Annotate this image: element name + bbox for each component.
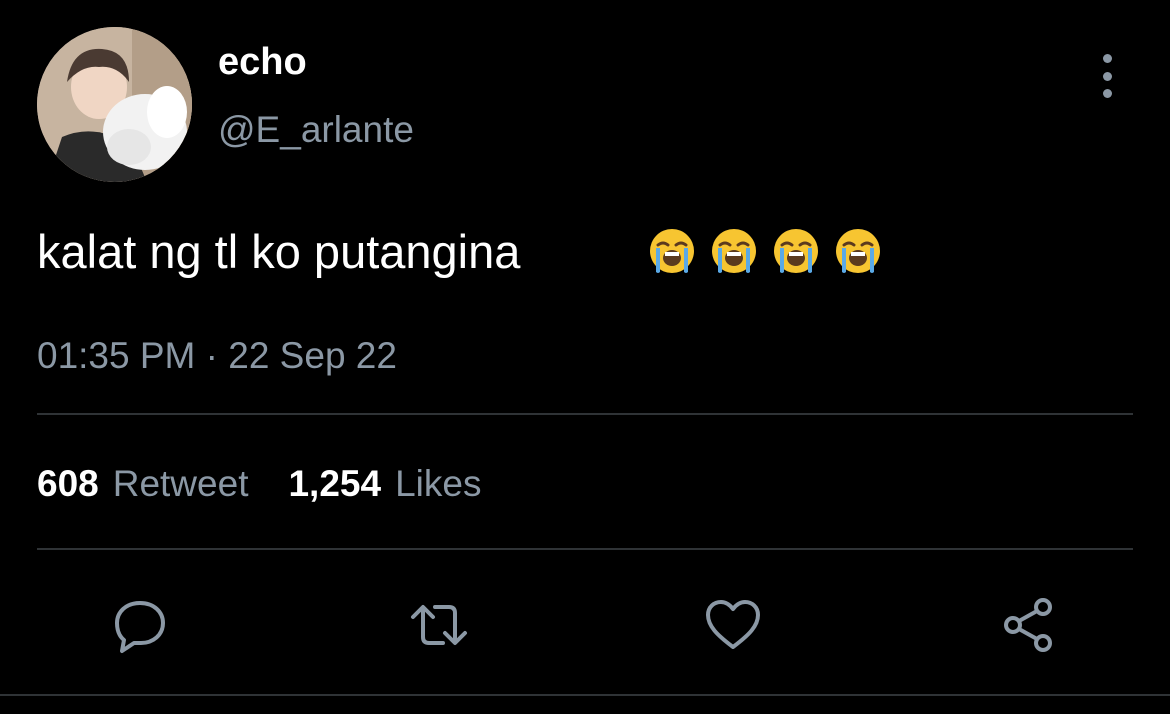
emoji-row <box>647 226 883 276</box>
loudly-crying-face-icon <box>836 229 880 273</box>
divider <box>37 413 1133 415</box>
tweet-card: echo @E_arlante kalat ng tl ko putangina <box>0 0 1170 714</box>
retweet-icon <box>411 605 467 645</box>
retweet-button[interactable] <box>407 593 471 657</box>
retweets-count: 608 <box>37 463 99 504</box>
engagement-stats: 608 Retweet 1,254 Likes <box>37 462 481 506</box>
likes-stat[interactable]: 1,254 Likes <box>288 462 481 506</box>
tweet-text: kalat ng tl ko putangina <box>37 225 521 278</box>
loudly-crying-face-icon <box>650 229 694 273</box>
avatar[interactable] <box>37 27 192 182</box>
share-button[interactable] <box>997 593 1061 657</box>
reply-button[interactable] <box>108 593 172 657</box>
avatar-image <box>37 27 192 182</box>
divider <box>37 548 1133 550</box>
user-handle[interactable]: @E_arlante <box>218 108 414 152</box>
comment-icon <box>115 601 165 653</box>
share-icon <box>1004 598 1052 652</box>
display-name[interactable]: echo <box>218 40 307 84</box>
divider <box>0 694 1170 696</box>
tweet-timestamp[interactable]: 01:35 PM · 22 Sep 22 <box>37 334 397 378</box>
dot <box>1102 89 1112 98</box>
retweets-stat[interactable]: 608 Retweet <box>37 462 248 506</box>
heart-icon <box>706 600 760 649</box>
loudly-crying-face-icon <box>774 229 818 273</box>
loudly-crying-face-icon <box>712 229 756 273</box>
more-options-icon[interactable] <box>1090 54 1124 98</box>
retweets-label: Retweet <box>112 463 249 504</box>
dot <box>1102 54 1112 63</box>
likes-label: Likes <box>395 463 482 504</box>
likes-count: 1,254 <box>288 463 382 504</box>
like-button[interactable] <box>701 593 765 657</box>
dot <box>1102 71 1112 81</box>
